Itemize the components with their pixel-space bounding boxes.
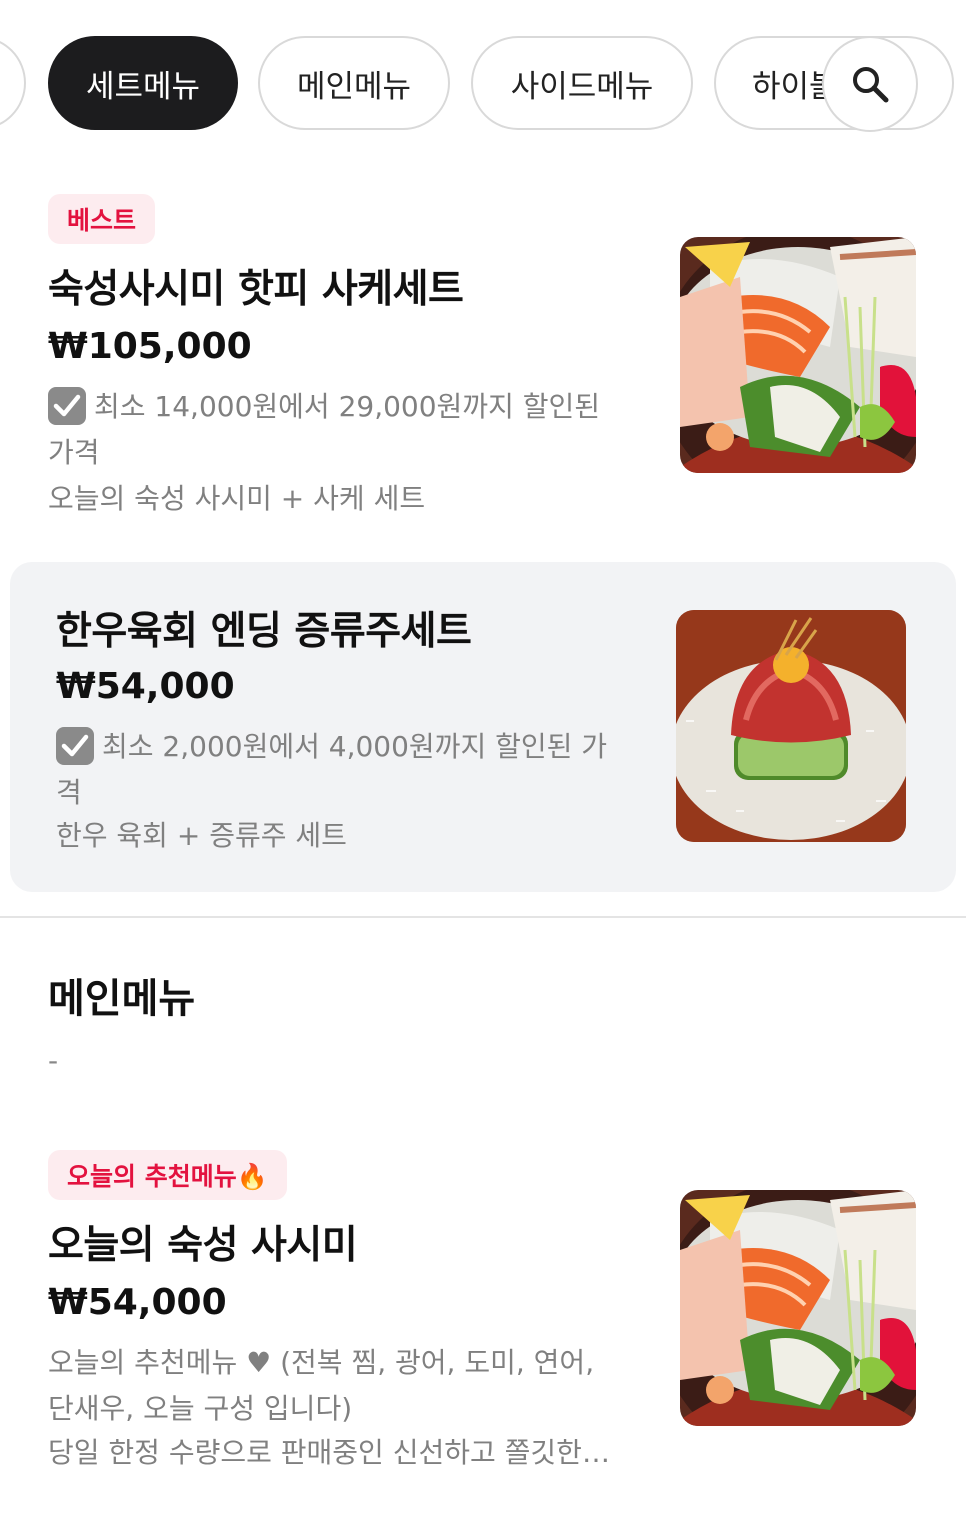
best-badge: 베스트 (48, 194, 156, 244)
menu-item-price: ₩105,000 (48, 326, 252, 367)
discount-text: 최소 2,000원에서 4,000원까지 할인된 가격 (56, 730, 608, 809)
section-subtitle: - (48, 1044, 59, 1077)
menu-item[interactable]: 베스트 숙성사시미 핫피 사케세트 ₩105,000 최소 14,000원에서 … (0, 190, 966, 540)
section-divider (0, 916, 966, 918)
menu-item-title: 오늘의 숙성 사시미 (48, 1223, 358, 1268)
menu-item-image (680, 1190, 916, 1426)
menu-item-title: 한우육회 엔딩 증류주세트 (56, 609, 472, 654)
menu-item[interactable]: 오늘의 추천메뉴🔥 오늘의 숙성 사시미 ₩54,000 오늘의 추천메뉴 ♥ … (0, 1146, 966, 1486)
discount-info: 최소 2,000원에서 4,000원까지 할인된 가격 (56, 724, 616, 816)
tab-previous[interactable] (0, 36, 26, 130)
menu-item-description: 한우 육회 + 증류주 세트 (56, 819, 347, 852)
menu-item-description-more: 당일 한정 수량으로 판매중인 신선하고 쫄깃한 숙성 사시미 (48, 1436, 613, 1469)
check-icon (48, 387, 86, 425)
menu-item-description: 오늘의 숙성 사시미 + 사케 세트 (48, 482, 426, 515)
menu-item[interactable]: 한우육회 엔딩 증류주세트 ₩54,000 최소 2,000원에서 4,000원… (10, 562, 956, 892)
category-tabs: 세트메뉴 메인메뉴 사이드메뉴 하이볼 (0, 0, 966, 165)
menu-item-image (676, 610, 906, 842)
discount-info: 최소 14,000원에서 29,000원까지 할인된 가격 (48, 384, 608, 476)
recommend-badge: 오늘의 추천메뉴🔥 (48, 1150, 287, 1200)
section-title-main-menu: 메인메뉴 (48, 976, 196, 1022)
tab-set-menu[interactable]: 세트메뉴 (48, 36, 238, 130)
menu-item-image (680, 237, 916, 473)
menu-item-price: ₩54,000 (48, 1282, 227, 1323)
search-button[interactable] (822, 36, 918, 132)
search-icon (853, 67, 889, 103)
tab-side-menu[interactable]: 사이드메뉴 (471, 36, 693, 130)
menu-item-price: ₩54,000 (56, 666, 235, 707)
tab-main-menu[interactable]: 메인메뉴 (258, 36, 450, 130)
menu-item-description: 오늘의 추천메뉴 ♥ (전복 찜, 광어, 도미, 연어, 단새우, 오늘 구성… (48, 1346, 595, 1425)
discount-text: 최소 14,000원에서 29,000원까지 할인된 가격 (48, 390, 601, 469)
menu-item-title: 숙성사시미 핫피 사케세트 (48, 267, 464, 312)
check-icon (56, 727, 94, 765)
